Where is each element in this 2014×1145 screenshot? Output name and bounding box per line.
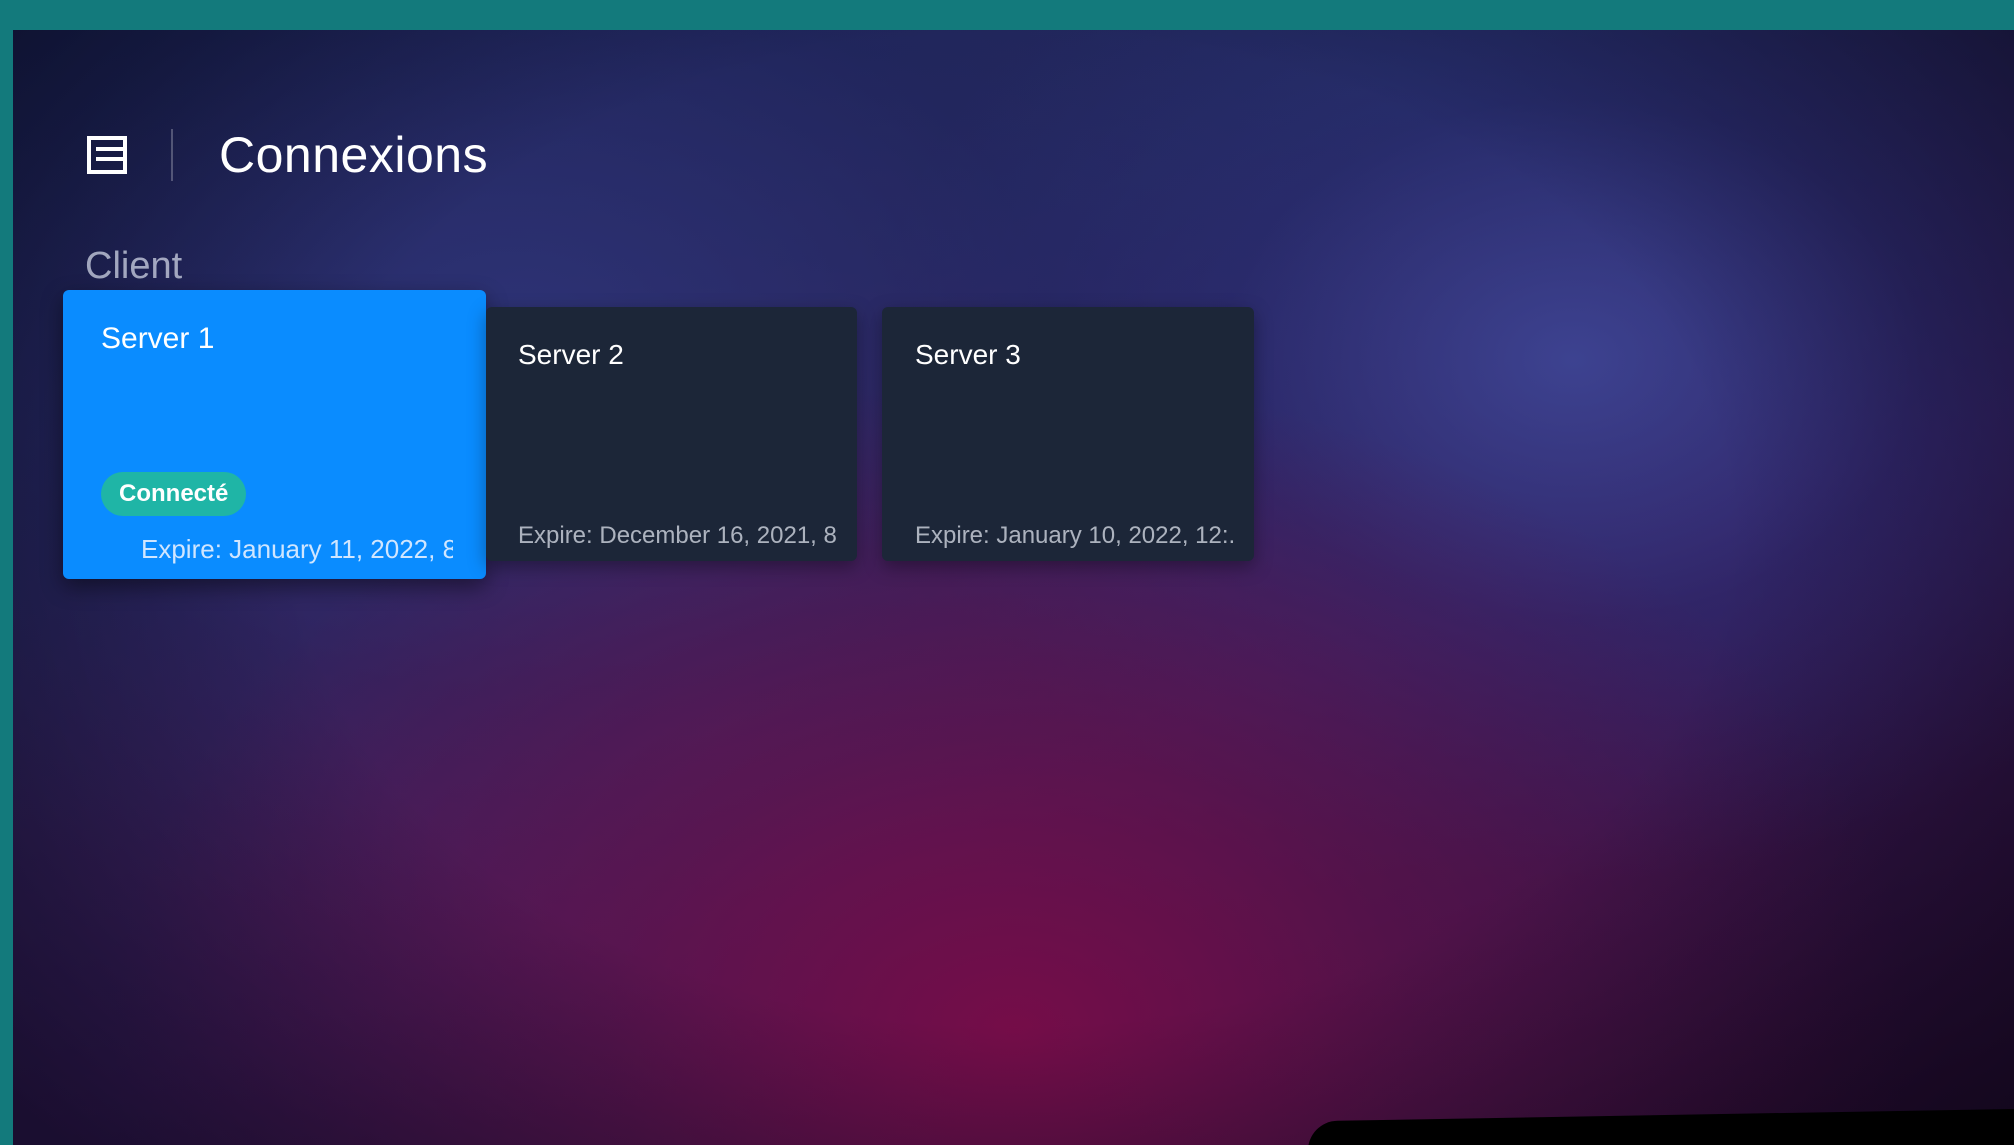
menu-list-icon[interactable] — [83, 131, 131, 179]
header-divider — [171, 129, 173, 181]
server-card-title: Server 3 — [915, 339, 1021, 370]
section-title-client: Client — [85, 245, 183, 287]
server-card-expire: Expire: January 11, 2022, 8:07 PM — [141, 534, 453, 564]
page-title: Connexions — [219, 127, 489, 183]
page-header: Connexions — [83, 120, 488, 190]
status-badge: Connecté — [101, 472, 247, 516]
server-card-expire: Expire: December 16, 2021, 8.. — [518, 522, 838, 549]
server-card-title: Server 2 — [518, 339, 624, 370]
server-card-2[interactable]: Server 2 Expire: December 16, 2021, 8.. — [486, 307, 857, 561]
server-card-3[interactable]: Server 3 Expire: January 10, 2022, 12:.. — [882, 307, 1254, 561]
server-card-expire: Expire: January 10, 2022, 12:.. — [915, 522, 1235, 549]
background-vignette — [13, 30, 2014, 1145]
server-card-title: Server 1 — [101, 322, 215, 355]
server-card-1[interactable]: Server 1 Connecté Expire: January 11, 20… — [63, 290, 486, 579]
app-screen: Connexions Client Server 1 Connecté Expi… — [13, 30, 2014, 1145]
